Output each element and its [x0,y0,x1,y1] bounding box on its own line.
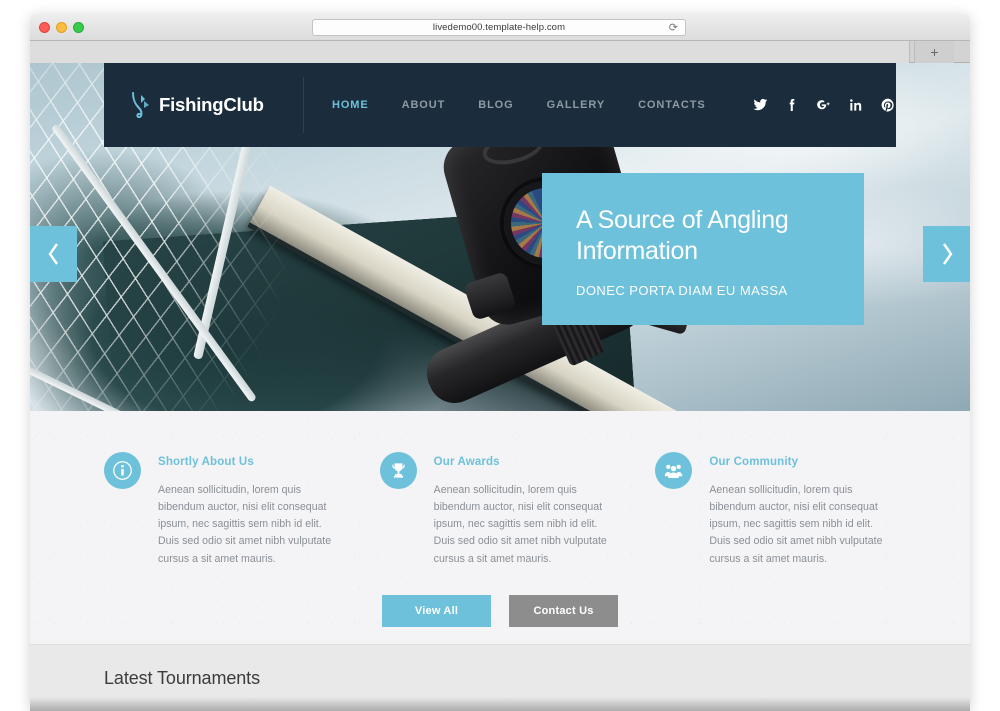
latest-tournaments-section: Latest Tournaments [30,644,970,711]
feature-title: Our Community [709,456,799,468]
people-group-icon [665,464,683,478]
maximize-window-button[interactable] [73,22,84,33]
nav-item-blog[interactable]: BLOG [478,99,513,111]
feature-title: Shortly About Us [158,456,254,468]
nav-item-contacts[interactable]: CONTACTS [638,99,706,111]
browser-tab[interactable] [30,41,910,63]
fish-hook-icon [132,92,149,118]
url-text: livedemo00.template-help.com [432,22,566,33]
contact-us-button[interactable]: Contact Us [509,594,618,627]
section-title: Latest Tournaments [104,667,260,688]
features-row: Shortly About Us Aenean sollicitudin, lo… [30,452,970,568]
reload-icon[interactable]: ⟳ [669,22,678,35]
page-viewport: FishingClub HOME ABOUT BLOG GALLERY CONT… [30,63,970,711]
site-header: FishingClub HOME ABOUT BLOG GALLERY CONT… [30,63,970,147]
logo-text: FishingClub [159,94,264,115]
slide-subtitle: DONEC PORTA DIAM EU MASSA [576,283,788,298]
site-logo[interactable]: FishingClub [130,77,304,133]
feature-text: Aenean sollicitudin, lorem quis bibendum… [158,484,332,565]
nav-item-home[interactable]: HOME [332,99,369,111]
chevron-left-icon [48,243,58,265]
address-bar[interactable]: livedemo00.template-help.com ⟳ [312,19,686,36]
facebook-icon[interactable] [784,97,800,113]
hero-slider: FishingClub HOME ABOUT BLOG GALLERY CONT… [30,63,970,411]
browser-window: livedemo00.template-help.com ⟳ + Fishing… [30,14,970,711]
linkedin-icon[interactable] [848,97,864,113]
google-plus-icon[interactable] [816,97,832,113]
chevron-right-icon [942,243,952,265]
main-navigation: HOME ABOUT BLOG GALLERY CONTACTS [332,99,706,111]
social-links [752,97,896,113]
window-controls [39,22,84,33]
browser-titlebar: livedemo00.template-help.com ⟳ [30,14,970,41]
features-section: Shortly About Us Aenean sollicitudin, lo… [30,411,970,644]
feature-title: Our Awards [433,456,500,468]
pinterest-icon[interactable] [880,97,896,113]
new-tab-button[interactable]: + [914,41,954,63]
trophy-icon [391,463,405,478]
feature-text: Aenean sollicitudin, lorem quis bibendum… [709,484,883,565]
close-window-button[interactable] [39,22,50,33]
slide-title: A Source of Angling Information [576,206,789,265]
nav-item-about[interactable]: ABOUT [402,99,446,111]
feature-card-about: Shortly About Us Aenean sollicitudin, lo… [104,452,345,568]
info-icon [113,461,132,480]
slider-prev-button[interactable] [30,226,77,282]
minimize-window-button[interactable] [56,22,67,33]
slide-caption: A Source of Angling Information DONEC PO… [542,173,864,325]
feature-card-awards: Our Awards Aenean sollicitudin, lorem qu… [379,452,621,568]
browser-tab-strip: + [30,41,970,63]
feature-icon-badge [104,452,141,489]
feature-text: Aenean sollicitudin, lorem quis bibendum… [433,484,607,565]
feature-icon-badge [655,452,693,489]
view-all-button[interactable]: View All [382,594,491,627]
nav-item-gallery[interactable]: GALLERY [547,99,605,111]
page-bottom-shadow [30,697,970,711]
feature-card-community: Our Community Aenean sollicitudin, lorem… [655,452,896,568]
cta-button-row: View All Contact Us [30,594,970,627]
slider-next-button[interactable] [923,226,970,282]
twitter-icon[interactable] [752,97,768,113]
feature-icon-badge [379,452,417,489]
